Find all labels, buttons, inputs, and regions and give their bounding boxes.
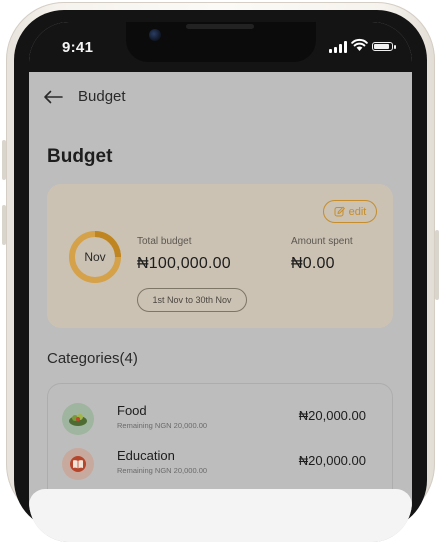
back-arrow-icon[interactable] [43, 90, 63, 104]
speaker-grille [186, 24, 254, 29]
side-button [2, 140, 6, 180]
category-name: Education [117, 448, 175, 463]
page-title: Budget [47, 146, 113, 167]
category-row-education[interactable]: Education Remaining NGN 20,000.00 ₦20,00… [48, 445, 394, 485]
status-bar: 9:41 [29, 22, 412, 72]
front-camera-icon [149, 29, 161, 41]
budget-summary-card: edit Nov Total budget ₦100,000.00 Amount… [47, 184, 393, 328]
category-name: Food [117, 403, 147, 418]
category-remaining: Remaining NGN 20,000.00 [117, 421, 208, 430]
month-progress-ring: Nov [68, 230, 122, 284]
total-budget-label: Total budget [137, 236, 192, 247]
edit-budget-button[interactable]: edit [323, 200, 377, 223]
date-range-pill[interactable]: 1st Nov to 30th Nov [137, 288, 247, 312]
book-icon [62, 448, 94, 480]
header-title: Budget [78, 88, 126, 105]
month-label: Nov [84, 250, 106, 264]
side-button [2, 205, 6, 245]
notch [126, 22, 316, 62]
amount-spent-label: Amount spent [291, 236, 353, 247]
category-row-food[interactable]: Food Remaining NGN 20,000.00 ₦20,000.00 [48, 400, 394, 440]
amount-spent-value: ₦0.00 [291, 255, 335, 272]
app-screen: 9:41 Budget Budget edit Nov Total budget… [29, 22, 412, 542]
status-time: 9:41 [62, 39, 94, 56]
category-remaining: Remaining NGN 20,000.00 [117, 466, 208, 475]
wifi-icon [351, 38, 368, 51]
food-bowl-icon [62, 403, 94, 435]
category-amount: ₦20,000.00 [298, 453, 366, 468]
date-range-label: 1st Nov to 30th Nov [152, 295, 232, 305]
cellular-signal-icon [329, 41, 347, 53]
battery-icon [372, 42, 396, 51]
categories-heading: Categories(4) [47, 350, 138, 367]
edit-pencil-icon [334, 206, 345, 217]
category-amount: ₦20,000.00 [298, 408, 366, 423]
total-budget-value: ₦100,000.00 [137, 255, 231, 272]
side-button [435, 230, 439, 300]
edit-label: edit [348, 205, 367, 218]
